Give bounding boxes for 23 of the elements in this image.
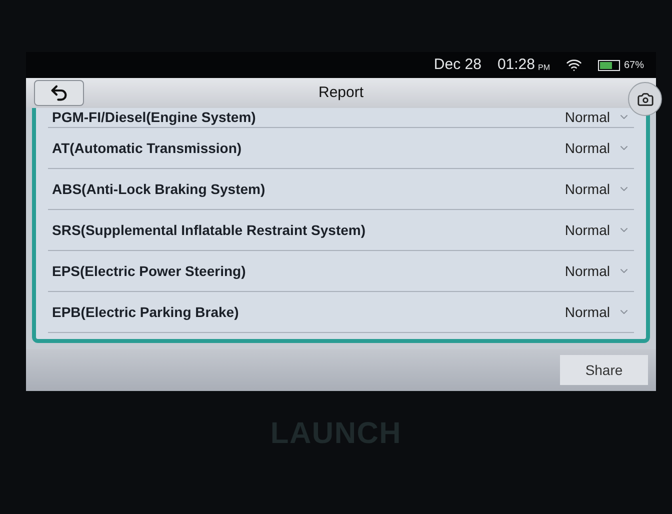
system-status: Normal bbox=[564, 108, 610, 126]
system-name: SRS(Supplemental Inflatable Restraint System) bbox=[52, 221, 366, 239]
system-name: ABS(Anti-Lock Braking System) bbox=[52, 180, 266, 198]
window-title: Report bbox=[318, 82, 364, 103]
status-time: 01:28 bbox=[497, 54, 535, 75]
system-name: AT(Automatic Transmission) bbox=[52, 139, 242, 157]
back-icon bbox=[49, 83, 69, 103]
system-name: EPB(Electric Parking Brake) bbox=[52, 303, 239, 321]
system-status: Normal bbox=[564, 303, 610, 321]
system-status: Normal bbox=[564, 180, 610, 198]
back-button[interactable] bbox=[34, 80, 84, 106]
system-status: Normal bbox=[564, 139, 610, 157]
system-name: PGM-FI/Diesel(Engine System) bbox=[52, 108, 256, 126]
system-status: Normal bbox=[564, 262, 610, 280]
status-meridiem: PM bbox=[538, 62, 550, 74]
status-date: Dec 28 bbox=[434, 54, 482, 75]
system-name: EPS(Electric Power Steering) bbox=[52, 262, 246, 280]
battery-icon bbox=[598, 60, 620, 70]
system-status: Normal bbox=[564, 221, 610, 239]
wifi-icon bbox=[566, 57, 582, 73]
share-button[interactable]: Share bbox=[560, 355, 648, 385]
camera-icon bbox=[636, 90, 654, 108]
battery-percent: 67% bbox=[624, 58, 644, 72]
